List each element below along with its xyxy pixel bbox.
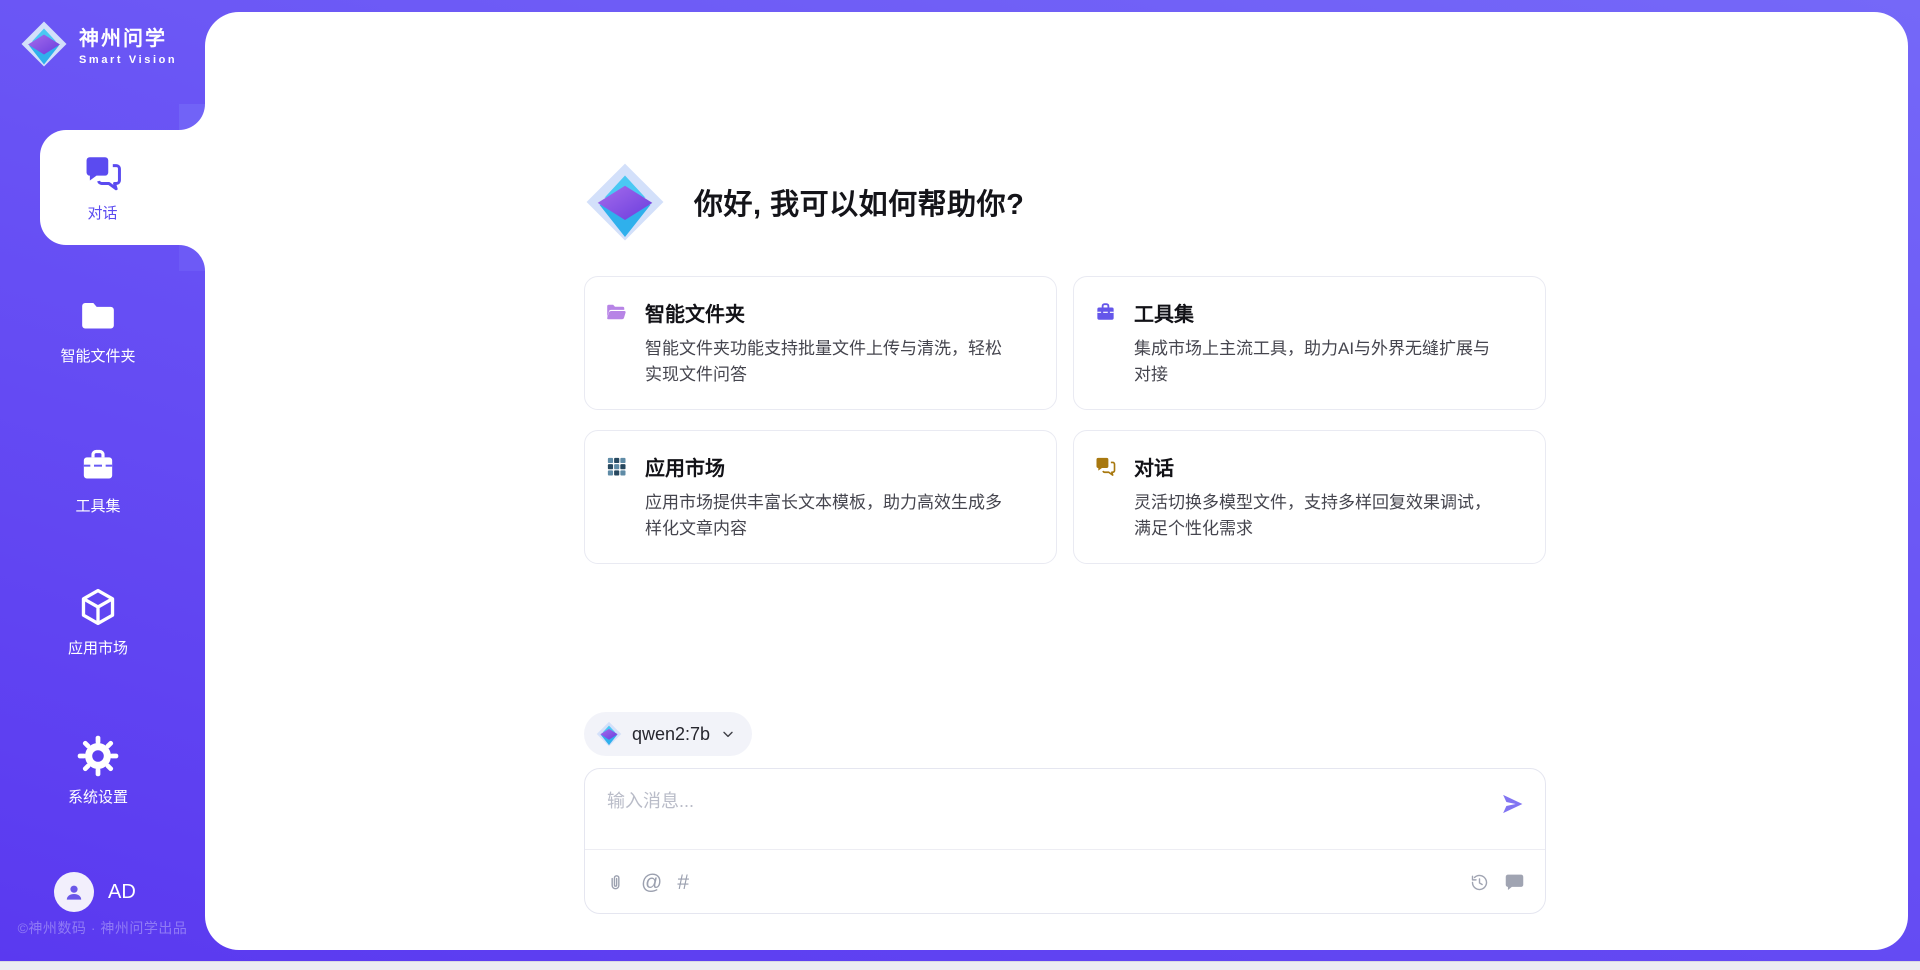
card-app-market[interactable]: 应用市场 应用市场提供丰富长文本模板，助力高效生成多样化文章内容 <box>584 430 1057 564</box>
folder-open-icon <box>605 301 628 324</box>
card-description: 灵活切换多模型文件，支持多样回复效果调试，满足个性化需求 <box>1134 490 1505 542</box>
card-smart-folder[interactable]: 智能文件夹 智能文件夹功能支持批量文件上传与清洗，轻松实现文件问答 <box>584 276 1057 410</box>
sidebar-item-label: 工具集 <box>75 495 120 516</box>
brand-subtitle: Smart Vision <box>79 54 177 66</box>
toolbox-icon <box>1094 301 1117 324</box>
chat-icon <box>82 152 124 194</box>
card-title: 应用市场 <box>645 452 725 481</box>
sidebar-item-settings[interactable]: 系统设置 <box>0 735 196 807</box>
sidebar-item-label: 应用市场 <box>68 637 128 658</box>
person-icon <box>62 880 86 904</box>
chevron-down-icon <box>720 726 736 742</box>
card-description: 应用市场提供丰富长文本模板，助力高效生成多样化文章内容 <box>645 490 1016 542</box>
tab-top-curve <box>179 104 205 130</box>
market-grid-icon <box>605 455 628 478</box>
toolbox-icon <box>78 446 118 486</box>
sidebar-item-label: 智能文件夹 <box>60 345 135 366</box>
sidebar-item-label: 对话 <box>87 202 117 223</box>
app-window: 神州问学 Smart Vision 对话 智能文件夹 工具集 应用市场 系统设置 <box>0 0 1920 970</box>
card-title: 工具集 <box>1134 298 1194 327</box>
main-content: 你好, 我可以如何帮助你? 智能文件夹 智能文件夹功能支持批量文件上传与清洗，轻… <box>584 0 1546 970</box>
feature-cards: 智能文件夹 智能文件夹功能支持批量文件上传与清洗，轻松实现文件问答 工具集 集成… <box>584 276 1546 564</box>
avatar <box>54 872 94 912</box>
mention-icon[interactable]: @ <box>641 872 662 893</box>
chat-bubble-icon[interactable] <box>1504 872 1525 893</box>
model-selector[interactable]: qwen2:7b <box>584 712 752 756</box>
message-composer: @ # <box>584 768 1546 914</box>
send-button[interactable] <box>1499 791 1525 817</box>
card-title: 对话 <box>1134 452 1174 481</box>
greeting-title: 你好, 我可以如何帮助你? <box>694 181 1024 223</box>
greeting: 你好, 我可以如何帮助你? <box>584 161 1024 243</box>
user-name: AD <box>108 881 136 904</box>
gear-icon <box>77 735 119 777</box>
attach-icon[interactable] <box>605 872 626 893</box>
brand: 神州问学 Smart Vision <box>20 20 177 68</box>
brand-name: 神州问学 <box>79 22 177 51</box>
cube-icon <box>77 586 119 628</box>
user-account[interactable]: AD <box>54 872 136 912</box>
card-description: 集成市场上主流工具，助力AI与外界无缝扩展与对接 <box>1134 336 1505 388</box>
sidebar-item-toolset[interactable]: 工具集 <box>0 446 196 516</box>
sidebar-item-chat[interactable]: 对话 <box>40 130 205 245</box>
send-icon <box>1499 791 1525 817</box>
card-toolset[interactable]: 工具集 集成市场上主流工具，助力AI与外界无缝扩展与对接 <box>1073 276 1546 410</box>
welcome-logo-icon <box>584 161 666 243</box>
card-description: 智能文件夹功能支持批量文件上传与清洗，轻松实现文件问答 <box>645 336 1016 388</box>
message-input[interactable] <box>585 769 1487 857</box>
hash-icon[interactable]: # <box>677 872 689 893</box>
history-icon[interactable] <box>1469 872 1490 893</box>
brand-logo-icon <box>20 20 68 68</box>
tab-bottom-curve <box>179 245 205 271</box>
sidebar-item-smart-folder[interactable]: 智能文件夹 <box>0 296 196 366</box>
sidebar-item-label: 系统设置 <box>68 786 128 807</box>
model-logo-icon <box>596 721 622 747</box>
folder-icon <box>78 296 118 336</box>
sidebar-footer-text: ©神州数码 · 神州问学出品 <box>0 918 205 938</box>
card-chat[interactable]: 对话 灵活切换多模型文件，支持多样回复效果调试，满足个性化需求 <box>1073 430 1546 564</box>
sidebar-item-app-market[interactable]: 应用市场 <box>0 586 196 658</box>
chat-icon <box>1094 455 1117 478</box>
card-title: 智能文件夹 <box>645 298 745 327</box>
model-name: qwen2:7b <box>632 724 710 745</box>
sidebar: 神州问学 Smart Vision 对话 智能文件夹 工具集 应用市场 系统设置 <box>0 0 205 950</box>
